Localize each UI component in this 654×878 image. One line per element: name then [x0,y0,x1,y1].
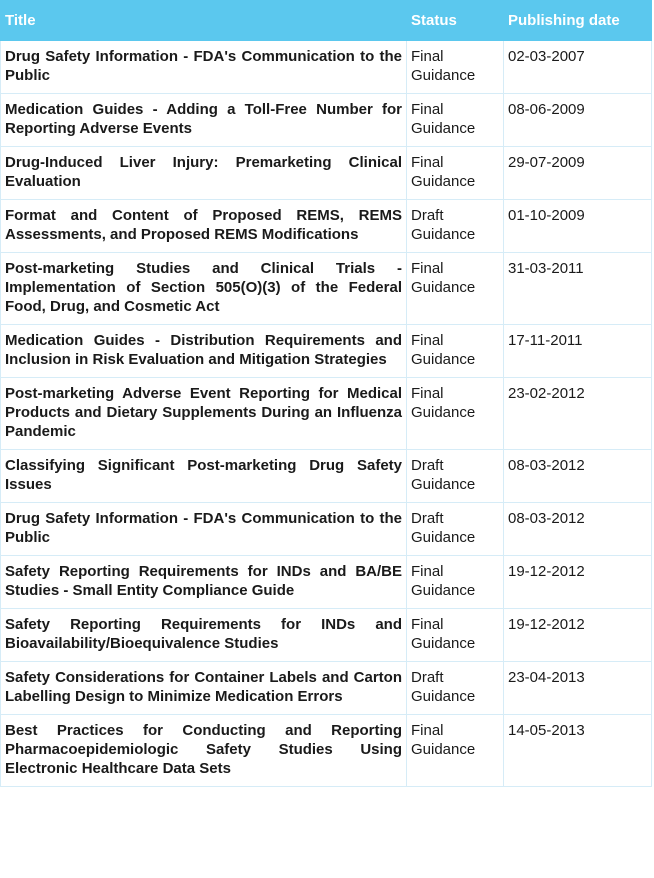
table-row: Drug-Induced Liver Injury: Premarketing … [0,146,652,200]
title-cell: Medication Guides - Distribution Require… [0,324,407,378]
date-cell: 14-05-2013 [503,714,652,787]
date-cell: 19-12-2012 [503,555,652,609]
title-cell: Classifying Significant Post-marketing D… [0,449,407,503]
status-cell: Draft Guidance [406,199,504,253]
status-cell: Final Guidance [406,252,504,325]
header-publishing-date: Publishing date [503,0,652,41]
header-title: Title [0,0,407,41]
title-cell: Safety Reporting Requirements for INDs a… [0,555,407,609]
table-row: Drug Safety Information - FDA's Communic… [0,40,652,94]
title-cell: Post-marketing Adverse Event Reporting f… [0,377,407,450]
date-cell: 08-03-2012 [503,449,652,503]
date-cell: 29-07-2009 [503,146,652,200]
title-cell: Drug Safety Information - FDA's Communic… [0,502,407,556]
table-row: Safety Reporting Requirements for INDs a… [0,555,652,609]
title-cell: Post-marketing Studies and Clinical Tria… [0,252,407,325]
table-row: Safety Reporting Requirements for INDs a… [0,608,652,662]
table-row: Medication Guides - Adding a Toll-Free N… [0,93,652,147]
status-cell: Draft Guidance [406,449,504,503]
table-row: Classifying Significant Post-marketing D… [0,449,652,503]
table-row: Best Practices for Conducting and Report… [0,714,652,787]
status-cell: Final Guidance [406,324,504,378]
status-cell: Final Guidance [406,93,504,147]
table-row: Safety Considerations for Container Labe… [0,661,652,715]
title-cell: Safety Considerations for Container Labe… [0,661,407,715]
table-row: Drug Safety Information - FDA's Communic… [0,502,652,556]
table-row: Post-marketing Studies and Clinical Tria… [0,252,652,325]
status-cell: Draft Guidance [406,661,504,715]
table-row: Post-marketing Adverse Event Reporting f… [0,377,652,450]
date-cell: 31-03-2011 [503,252,652,325]
date-cell: 01-10-2009 [503,199,652,253]
status-cell: Final Guidance [406,40,504,94]
guidance-table: Title Status Publishing date Drug Safety… [0,0,652,787]
table-row: Format and Content of Proposed REMS, REM… [0,199,652,253]
table-row: Medication Guides - Distribution Require… [0,324,652,378]
date-cell: 23-04-2013 [503,661,652,715]
title-cell: Best Practices for Conducting and Report… [0,714,407,787]
header-status: Status [406,0,504,41]
date-cell: 02-03-2007 [503,40,652,94]
status-cell: Final Guidance [406,377,504,450]
date-cell: 08-03-2012 [503,502,652,556]
date-cell: 19-12-2012 [503,608,652,662]
title-cell: Drug Safety Information - FDA's Communic… [0,40,407,94]
status-cell: Draft Guidance [406,502,504,556]
status-cell: Final Guidance [406,714,504,787]
title-cell: Safety Reporting Requirements for INDs a… [0,608,407,662]
date-cell: 23-02-2012 [503,377,652,450]
title-cell: Format and Content of Proposed REMS, REM… [0,199,407,253]
status-cell: Final Guidance [406,146,504,200]
status-cell: Final Guidance [406,555,504,609]
title-cell: Drug-Induced Liver Injury: Premarketing … [0,146,407,200]
status-cell: Final Guidance [406,608,504,662]
date-cell: 17-11-2011 [503,324,652,378]
date-cell: 08-06-2009 [503,93,652,147]
title-cell: Medication Guides - Adding a Toll-Free N… [0,93,407,147]
table-header-row: Title Status Publishing date [0,0,652,41]
